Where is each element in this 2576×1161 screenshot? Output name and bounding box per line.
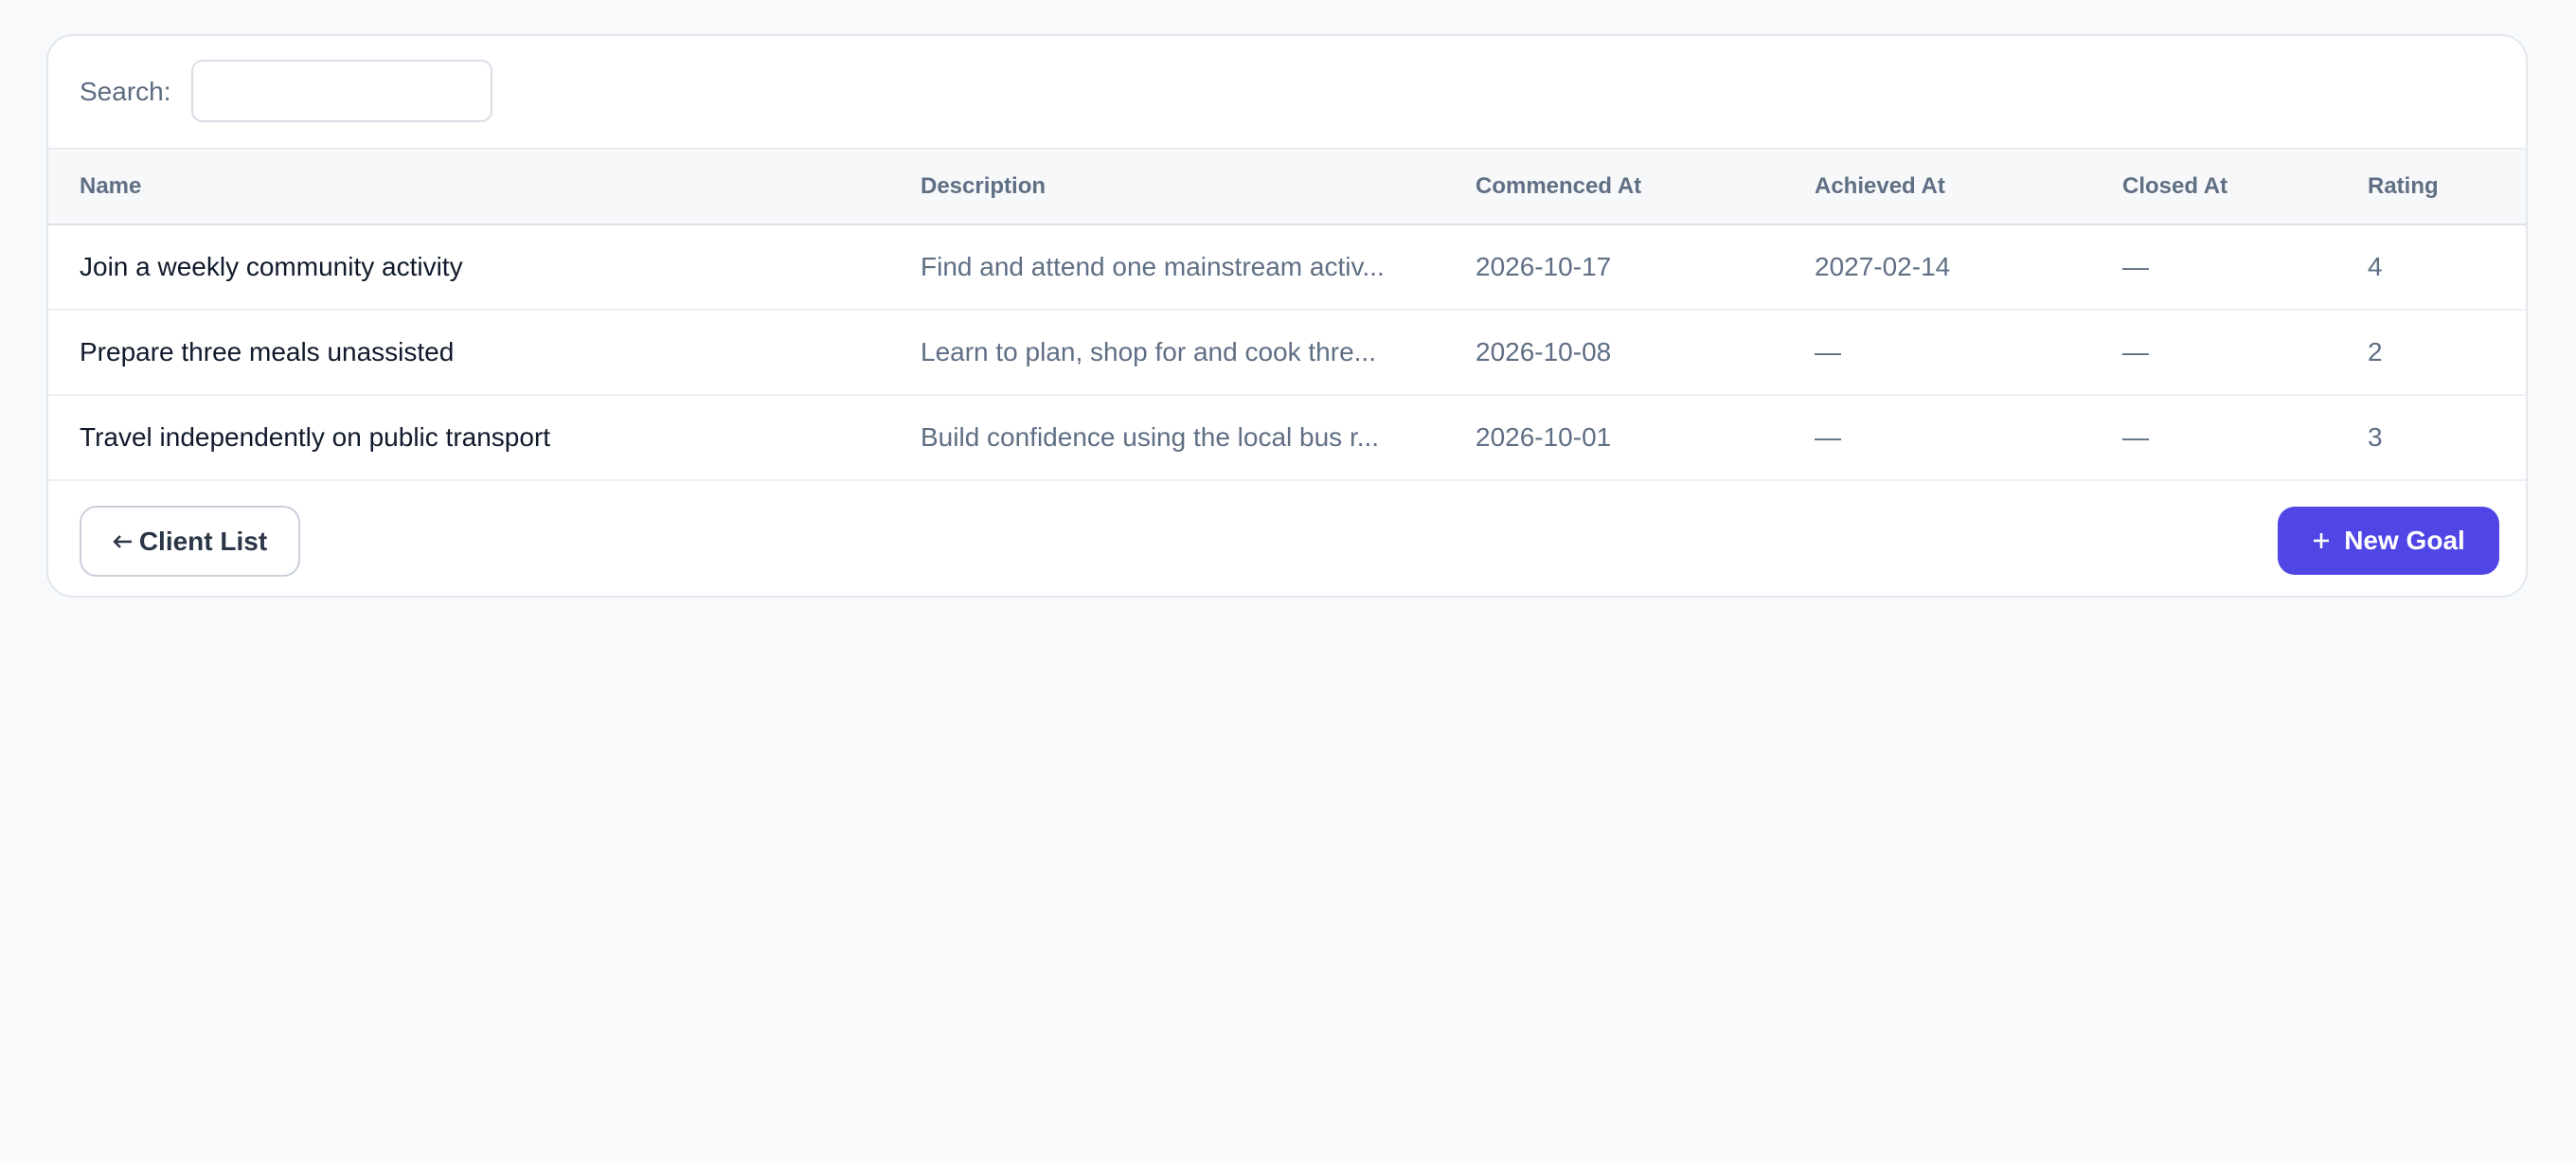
commenced-at-cell: 2026-10-17 (1476, 252, 1612, 281)
column-header-description[interactable]: Description (921, 150, 1046, 223)
commenced-at-cell: 2026-10-08 (1476, 337, 1612, 366)
rating-cell: 3 (2368, 422, 2383, 452)
commenced-at-cell: 2026-10-01 (1476, 422, 1612, 452)
new-goal-button[interactable]: New Goal (2278, 507, 2499, 575)
closed-at-cell: — (2122, 337, 2149, 366)
goal-description-cell: Learn to plan, shop for and cook thre... (921, 337, 1376, 366)
rating-cell: 2 (2368, 337, 2383, 366)
goals-card: Search: Name Description Commenced At Ac… (46, 34, 2528, 598)
arrow-left-icon (113, 534, 134, 549)
closed-at-cell: — (2122, 422, 2149, 452)
column-header-commenced-at[interactable]: Commenced At (1476, 150, 1641, 223)
column-header-achieved-at[interactable]: Achieved At (1815, 150, 1945, 223)
table-header: Name Description Commenced At Achieved A… (48, 148, 2526, 225)
goal-name-cell[interactable]: Travel independently on public transport (80, 396, 550, 479)
goal-name-cell[interactable]: Join a weekly community activity (80, 225, 463, 309)
search-bar: Search: (48, 36, 2526, 148)
achieved-at-cell: 2027-02-14 (1815, 252, 1951, 281)
table-row[interactable]: Prepare three meals unassisted Learn to … (48, 311, 2526, 396)
table-row[interactable]: Join a weekly community activity Find an… (48, 225, 2526, 311)
new-goal-label: New Goal (2344, 526, 2465, 555)
client-list-label: Client List (138, 526, 268, 556)
plus-icon (2312, 531, 2331, 550)
achieved-at-cell: — (1815, 422, 1841, 452)
search-input[interactable] (191, 60, 492, 122)
client-list-button[interactable]: Client List (80, 506, 300, 577)
achieved-at-cell: — (1815, 337, 1841, 366)
goal-name-cell[interactable]: Prepare three meals unassisted (80, 311, 454, 394)
column-header-closed-at[interactable]: Closed At (2122, 150, 2227, 223)
rating-cell: 4 (2368, 252, 2383, 281)
table-row[interactable]: Travel independently on public transport… (48, 396, 2526, 481)
goal-description-cell: Build confidence using the local bus r..… (921, 422, 1380, 452)
column-header-rating[interactable]: Rating (2368, 150, 2439, 223)
column-header-name[interactable]: Name (80, 150, 141, 223)
search-label: Search: (80, 77, 171, 106)
closed-at-cell: — (2122, 252, 2149, 281)
goal-description-cell: Find and attend one mainstream activ... (921, 252, 1385, 281)
